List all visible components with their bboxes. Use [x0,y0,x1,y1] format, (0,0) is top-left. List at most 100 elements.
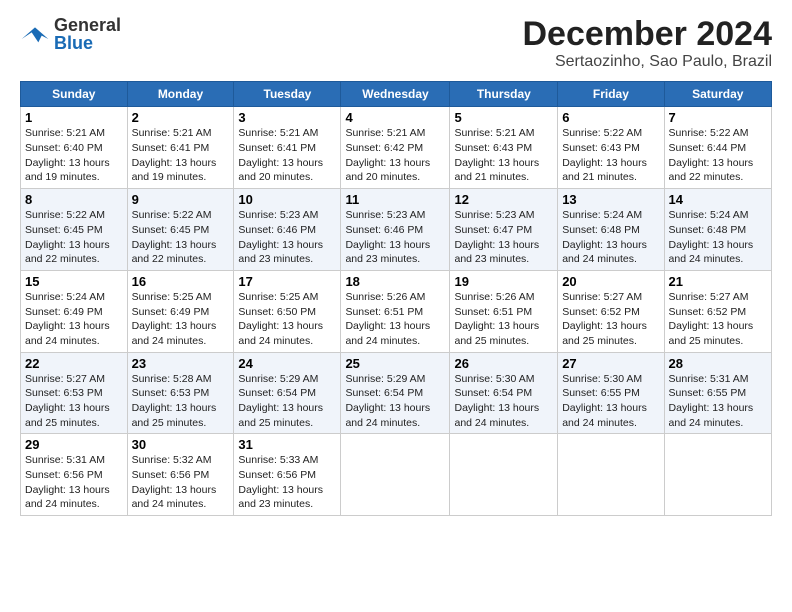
calendar-day-cell: 13Sunrise: 5:24 AMSunset: 6:48 PMDayligh… [558,189,664,271]
sunset-text: Sunset: 6:46 PM [345,224,423,236]
day-number: 18 [345,274,445,289]
calendar-day-cell [341,434,450,516]
sunset-text: Sunset: 6:49 PM [25,306,103,318]
day-info: Sunrise: 5:27 AMSunset: 6:52 PMDaylight:… [669,290,767,349]
day-number: 27 [562,356,659,371]
day-info: Sunrise: 5:22 AMSunset: 6:45 PMDaylight:… [25,208,123,267]
day-info: Sunrise: 5:22 AMSunset: 6:44 PMDaylight:… [669,126,767,185]
sunset-text: Sunset: 6:43 PM [454,142,532,154]
sunset-text: Sunset: 6:49 PM [132,306,210,318]
sunrise-text: Sunrise: 5:22 AM [25,209,105,221]
logo-general: General [54,16,121,34]
calendar-day-cell: 2Sunrise: 5:21 AMSunset: 6:41 PMDaylight… [127,107,234,189]
day-info: Sunrise: 5:27 AMSunset: 6:53 PMDaylight:… [25,372,123,431]
daylight-text: Daylight: 13 hours and 25 minutes. [25,402,110,429]
day-number: 20 [562,274,659,289]
day-number: 4 [345,110,445,125]
day-number: 31 [238,437,336,452]
sunset-text: Sunset: 6:45 PM [132,224,210,236]
calendar-day-cell: 19Sunrise: 5:26 AMSunset: 6:51 PMDayligh… [450,270,558,352]
day-info: Sunrise: 5:25 AMSunset: 6:50 PMDaylight:… [238,290,336,349]
day-info: Sunrise: 5:21 AMSunset: 6:41 PMDaylight:… [238,126,336,185]
calendar-day-cell: 29Sunrise: 5:31 AMSunset: 6:56 PMDayligh… [21,434,128,516]
calendar-week-row: 15Sunrise: 5:24 AMSunset: 6:49 PMDayligh… [21,270,772,352]
col-header-sunday: Sunday [21,82,128,107]
day-info: Sunrise: 5:22 AMSunset: 6:45 PMDaylight:… [132,208,230,267]
calendar-day-cell: 30Sunrise: 5:32 AMSunset: 6:56 PMDayligh… [127,434,234,516]
sunset-text: Sunset: 6:41 PM [132,142,210,154]
sunrise-text: Sunrise: 5:27 AM [669,291,749,303]
sunset-text: Sunset: 6:40 PM [25,142,103,154]
daylight-text: Daylight: 13 hours and 20 minutes. [345,157,430,184]
daylight-text: Daylight: 13 hours and 24 minutes. [454,402,539,429]
sunset-text: Sunset: 6:44 PM [669,142,747,154]
calendar-table: SundayMondayTuesdayWednesdayThursdayFrid… [20,81,772,516]
day-info: Sunrise: 5:25 AMSunset: 6:49 PMDaylight:… [132,290,230,349]
daylight-text: Daylight: 13 hours and 25 minutes. [238,402,323,429]
day-info: Sunrise: 5:29 AMSunset: 6:54 PMDaylight:… [238,372,336,431]
calendar-day-cell: 6Sunrise: 5:22 AMSunset: 6:43 PMDaylight… [558,107,664,189]
sunrise-text: Sunrise: 5:23 AM [345,209,425,221]
sunrise-text: Sunrise: 5:28 AM [132,373,212,385]
day-number: 23 [132,356,230,371]
daylight-text: Daylight: 13 hours and 21 minutes. [562,157,647,184]
sunrise-text: Sunrise: 5:21 AM [132,127,212,139]
col-header-monday: Monday [127,82,234,107]
main-title: December 2024 [522,16,772,53]
day-number: 7 [669,110,767,125]
daylight-text: Daylight: 13 hours and 24 minutes. [345,402,430,429]
day-info: Sunrise: 5:31 AMSunset: 6:56 PMDaylight:… [25,453,123,512]
day-number: 22 [25,356,123,371]
calendar-week-row: 1Sunrise: 5:21 AMSunset: 6:40 PMDaylight… [21,107,772,189]
calendar-day-cell: 14Sunrise: 5:24 AMSunset: 6:48 PMDayligh… [664,189,771,271]
calendar-day-cell: 15Sunrise: 5:24 AMSunset: 6:49 PMDayligh… [21,270,128,352]
calendar-header-row: SundayMondayTuesdayWednesdayThursdayFrid… [21,82,772,107]
sunrise-text: Sunrise: 5:26 AM [345,291,425,303]
day-info: Sunrise: 5:21 AMSunset: 6:40 PMDaylight:… [25,126,123,185]
sunrise-text: Sunrise: 5:23 AM [238,209,318,221]
day-number: 2 [132,110,230,125]
calendar-day-cell: 4Sunrise: 5:21 AMSunset: 6:42 PMDaylight… [341,107,450,189]
calendar-day-cell: 21Sunrise: 5:27 AMSunset: 6:52 PMDayligh… [664,270,771,352]
daylight-text: Daylight: 13 hours and 24 minutes. [562,239,647,266]
daylight-text: Daylight: 13 hours and 20 minutes. [238,157,323,184]
day-number: 8 [25,192,123,207]
logo-bird-icon [20,24,50,44]
sunset-text: Sunset: 6:41 PM [238,142,316,154]
sunset-text: Sunset: 6:55 PM [562,387,640,399]
logo-blue: Blue [54,34,121,52]
daylight-text: Daylight: 13 hours and 23 minutes. [238,484,323,511]
daylight-text: Daylight: 13 hours and 23 minutes. [345,239,430,266]
sunrise-text: Sunrise: 5:25 AM [132,291,212,303]
calendar-day-cell: 17Sunrise: 5:25 AMSunset: 6:50 PMDayligh… [234,270,341,352]
calendar-day-cell: 8Sunrise: 5:22 AMSunset: 6:45 PMDaylight… [21,189,128,271]
calendar-day-cell: 10Sunrise: 5:23 AMSunset: 6:46 PMDayligh… [234,189,341,271]
day-info: Sunrise: 5:26 AMSunset: 6:51 PMDaylight:… [454,290,553,349]
sunset-text: Sunset: 6:53 PM [132,387,210,399]
daylight-text: Daylight: 13 hours and 24 minutes. [25,320,110,347]
day-number: 21 [669,274,767,289]
sunrise-text: Sunrise: 5:23 AM [454,209,534,221]
sunset-text: Sunset: 6:45 PM [25,224,103,236]
day-number: 25 [345,356,445,371]
day-info: Sunrise: 5:31 AMSunset: 6:55 PMDaylight:… [669,372,767,431]
calendar-day-cell: 16Sunrise: 5:25 AMSunset: 6:49 PMDayligh… [127,270,234,352]
sunset-text: Sunset: 6:51 PM [454,306,532,318]
col-header-friday: Friday [558,82,664,107]
day-info: Sunrise: 5:32 AMSunset: 6:56 PMDaylight:… [132,453,230,512]
sunset-text: Sunset: 6:56 PM [132,469,210,481]
col-header-saturday: Saturday [664,82,771,107]
day-info: Sunrise: 5:21 AMSunset: 6:42 PMDaylight:… [345,126,445,185]
daylight-text: Daylight: 13 hours and 19 minutes. [25,157,110,184]
sunrise-text: Sunrise: 5:22 AM [562,127,642,139]
day-info: Sunrise: 5:29 AMSunset: 6:54 PMDaylight:… [345,372,445,431]
day-number: 16 [132,274,230,289]
calendar-day-cell: 18Sunrise: 5:26 AMSunset: 6:51 PMDayligh… [341,270,450,352]
col-header-thursday: Thursday [450,82,558,107]
sunset-text: Sunset: 6:54 PM [454,387,532,399]
sunset-text: Sunset: 6:43 PM [562,142,640,154]
day-number: 24 [238,356,336,371]
daylight-text: Daylight: 13 hours and 24 minutes. [669,239,754,266]
calendar-day-cell [450,434,558,516]
day-info: Sunrise: 5:30 AMSunset: 6:54 PMDaylight:… [454,372,553,431]
